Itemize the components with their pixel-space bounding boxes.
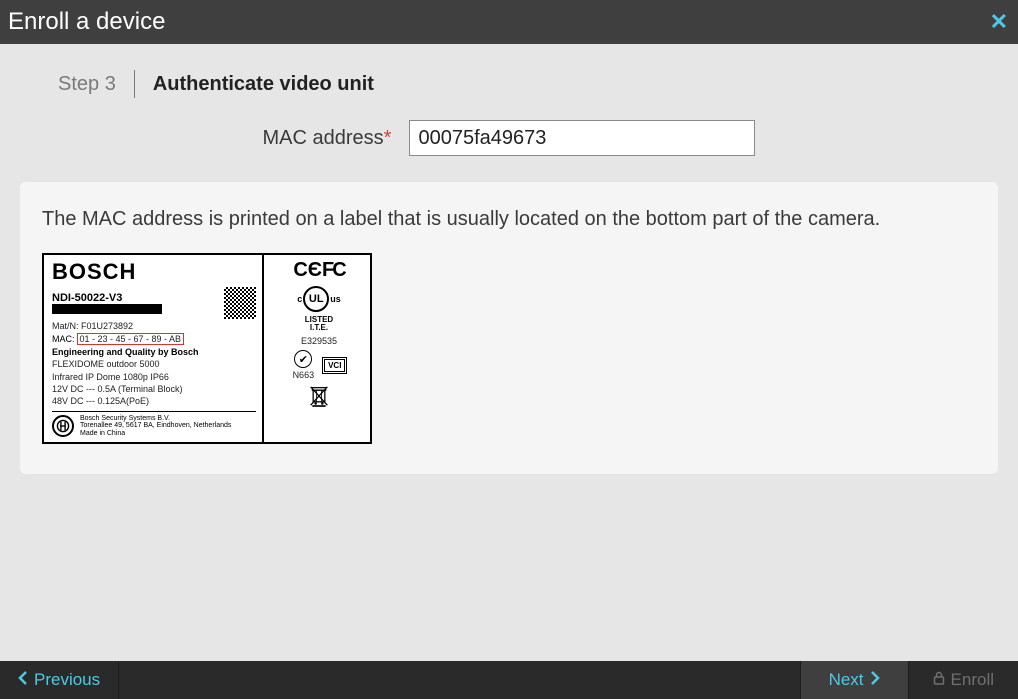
vertical-divider [134,70,135,98]
footer-spacer [119,661,799,699]
c-tick-icon: ✔ [294,350,312,368]
listed-text: LISTED I.T.E. [305,316,333,332]
previous-label: Previous [34,670,100,690]
lock-icon [933,670,945,690]
label-divider [52,411,256,412]
enroll-button: Enroll [909,661,1018,699]
power1-text: 12V DC --- 0.5A (Terminal Block) [52,384,256,394]
serial-blackbar [52,304,162,314]
address-text: Torenallee 49, 5617 BA, Eindhoven, Nethe… [80,422,231,430]
product-label-illustration: BOSCH NDI-50022-V3 Mat/N: F01U273892 MAC… [42,253,372,444]
vci-mark: VCI [324,359,345,372]
mac-address-input[interactable] [409,120,755,156]
weee-bin-icon [309,385,329,407]
mac-highlight-box: 01 - 23 - 45 - 67 - 89 - AB [77,333,185,345]
mac-label-text: MAC address [263,127,384,149]
mac-example-line: MAC: 01 - 23 - 45 - 67 - 89 - AB [52,333,256,345]
mac-form-row: MAC address* [20,116,998,182]
company-footer: Bosch Security Systems B.V. Torenallee 4… [80,415,231,438]
enroll-label: Enroll [951,670,994,690]
bosch-circle-icon [52,415,74,437]
eq-text: Engineering and Quality by Bosch [52,347,256,357]
step-header: Step 3 Authenticate video unit [20,70,998,116]
n663-text: N663 [293,370,315,380]
wizard-footer: Previous Next Enroll [0,661,1018,699]
help-card: The MAC address is printed on a label th… [20,182,998,474]
brand-text: BOSCH [52,259,256,285]
company-text: Bosch Security Systems B.V. [80,415,231,423]
label-left-panel: BOSCH NDI-50022-V3 Mat/N: F01U273892 MAC… [44,255,264,442]
made-text: Made in China [80,430,231,438]
previous-button[interactable]: Previous [0,661,119,699]
required-asterisk: * [384,127,392,149]
label-right-panel: CЄFC c UL us LISTED I.T.E. E329535 ✔ N66… [264,255,370,442]
window-title: Enroll a device [8,8,165,36]
next-label: Next [829,670,864,690]
next-button[interactable]: Next [800,661,909,699]
mac-prefix: MAC: [52,334,75,344]
qr-code-icon [224,287,256,319]
chevron-right-icon [870,670,880,690]
content-area: Step 3 Authenticate video unit MAC addre… [0,44,1018,661]
help-text: The MAC address is printed on a label th… [42,208,976,231]
step-title: Authenticate video unit [153,73,374,96]
enum-text: E329535 [301,336,337,346]
model-text: NDI-50022-V3 [52,292,162,304]
mac-label: MAC address* [263,127,392,150]
ul-mark: c UL us [297,286,341,312]
product-text: FLEXIDOME outdoor 5000 [52,359,256,369]
step-number: Step 3 [58,73,116,96]
ce-fc-mark: CЄFC [293,259,344,282]
power2-text: 48V DC --- 0.125A(PoE) [52,396,256,406]
titlebar: Enroll a device ✕ [0,0,1018,44]
close-icon[interactable]: ✕ [990,11,1008,33]
matn-text: Mat/N: F01U273892 [52,321,256,331]
desc-text: Infrared IP Dome 1080p IP66 [52,372,256,382]
chevron-left-icon [18,670,28,690]
